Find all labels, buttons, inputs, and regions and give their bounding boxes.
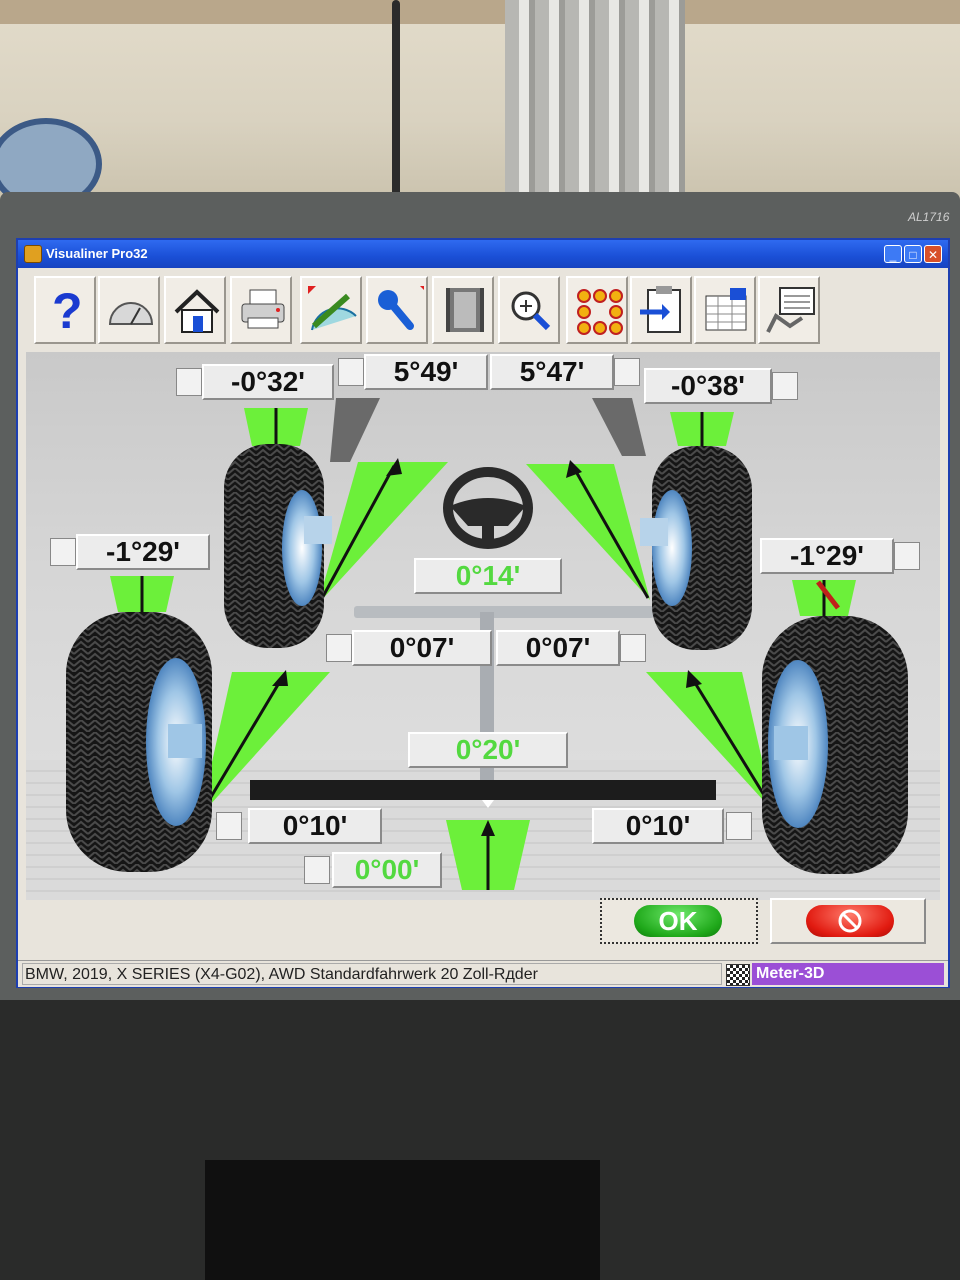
rear-right-toe-value: 0°10'	[592, 808, 724, 844]
rear-axle	[250, 780, 716, 800]
cabinet-slot	[205, 1160, 600, 1280]
alignment-diagram	[66, 398, 908, 890]
ok-label: OK	[634, 905, 722, 937]
rear-left-camber-value: -1°29'	[76, 534, 210, 570]
camber-icon	[772, 372, 798, 400]
camber-icon	[176, 368, 202, 396]
rear-left-wheel	[66, 612, 212, 872]
status-bar: BMW, 2019, X SERIES (X4-G02), AWD Standa…	[18, 960, 948, 987]
front-left-toe-value: 0°07'	[352, 630, 492, 666]
thrust-angle-value: 0°00'	[332, 852, 442, 888]
toe-icon	[726, 812, 752, 840]
cabinet	[0, 1000, 960, 1280]
front-right-caster-value: 5°47'	[490, 354, 614, 390]
workshop-wall	[0, 0, 960, 200]
toe-icon	[326, 634, 352, 662]
front-left-caster-bar	[330, 398, 380, 462]
front-total-toe-value: 0°20'	[408, 732, 568, 768]
front-axle	[354, 606, 654, 618]
steering-wheel-icon	[443, 467, 533, 549]
checker-icon	[726, 964, 750, 986]
front-left-caster-value: 5°49'	[364, 354, 488, 390]
ceiling-beam	[0, 0, 960, 24]
thrust-icon	[304, 856, 330, 884]
front-right-camber-value: -0°38'	[644, 368, 772, 404]
camber-icon	[50, 538, 76, 566]
toe-icon	[216, 812, 242, 840]
device-name: Meter-3D	[752, 963, 944, 985]
cancel-button[interactable]	[770, 898, 926, 944]
ok-button[interactable]: OK	[600, 898, 758, 944]
toe-icon	[620, 634, 646, 662]
power-cable	[392, 0, 400, 196]
vehicle-description: BMW, 2019, X SERIES (X4-G02), AWD Standa…	[22, 963, 722, 985]
front-right-caster-bar	[592, 398, 646, 456]
rear-right-wheel	[762, 616, 908, 874]
caster-icon	[614, 358, 640, 386]
caster-icon	[338, 358, 364, 386]
lift-column	[505, 0, 685, 200]
camber-icon	[894, 542, 920, 570]
monitor-model-label: AL1716	[908, 210, 950, 224]
front-right-toe-value: 0°07'	[496, 630, 620, 666]
cancel-pill	[806, 905, 894, 937]
rear-left-toe-value: 0°10'	[248, 808, 382, 844]
rear-right-camber-value: -1°29'	[760, 538, 894, 574]
application-window: Visualiner Pro32 _ □ ✕ ? -0°32' 5°49' 5°…	[18, 240, 948, 987]
front-right-wheel	[640, 446, 752, 650]
front-left-camber-value: -0°32'	[202, 364, 334, 400]
front-left-wheel	[224, 444, 332, 648]
steering-center-value: 0°14'	[414, 558, 562, 594]
no-entry-icon	[838, 909, 862, 933]
